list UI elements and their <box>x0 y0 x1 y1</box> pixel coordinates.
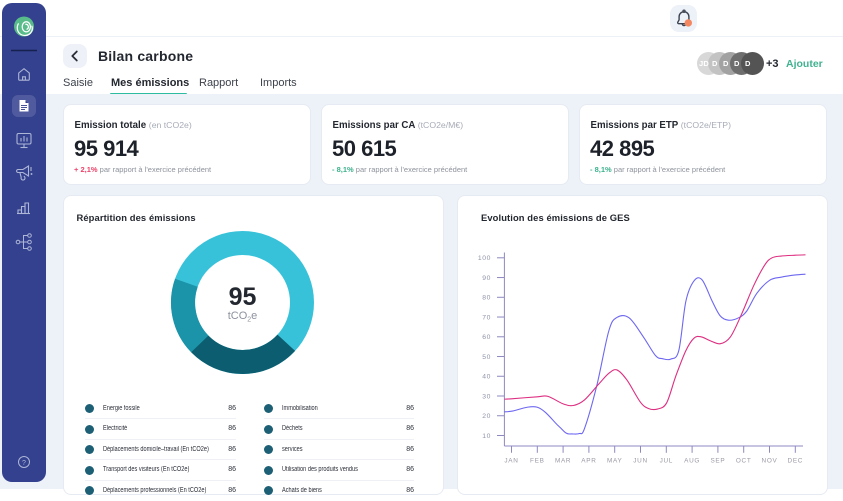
svg-text:30: 30 <box>482 393 491 400</box>
svg-text:MAY: MAY <box>607 458 623 465</box>
svg-text:20: 20 <box>482 413 491 420</box>
svg-text:50: 50 <box>482 354 491 361</box>
svg-text:MAR: MAR <box>555 458 571 465</box>
svg-text:JUL: JUL <box>660 458 673 465</box>
svg-text:10: 10 <box>482 433 491 440</box>
svg-text:95: 95 <box>229 283 257 311</box>
svg-text:FEB: FEB <box>530 458 545 465</box>
svg-text:90: 90 <box>482 275 491 282</box>
svg-text:80: 80 <box>482 295 491 302</box>
svg-text:40: 40 <box>482 374 491 381</box>
svg-text:SEP: SEP <box>710 458 725 465</box>
svg-text:OCT: OCT <box>736 458 752 465</box>
svg-text:100: 100 <box>478 255 491 262</box>
svg-text:APR: APR <box>581 458 596 465</box>
svg-text:AUG: AUG <box>684 458 700 465</box>
svg-text:DEC: DEC <box>788 458 804 465</box>
svg-text:tCO2e: tCO2e <box>228 310 258 324</box>
svg-text:NOV: NOV <box>762 458 778 465</box>
svg-text:?: ? <box>22 460 26 467</box>
svg-text:JAN: JAN <box>504 458 518 465</box>
svg-text:60: 60 <box>482 334 491 341</box>
svg-text:JUN: JUN <box>633 458 648 465</box>
svg-text:70: 70 <box>482 314 491 321</box>
